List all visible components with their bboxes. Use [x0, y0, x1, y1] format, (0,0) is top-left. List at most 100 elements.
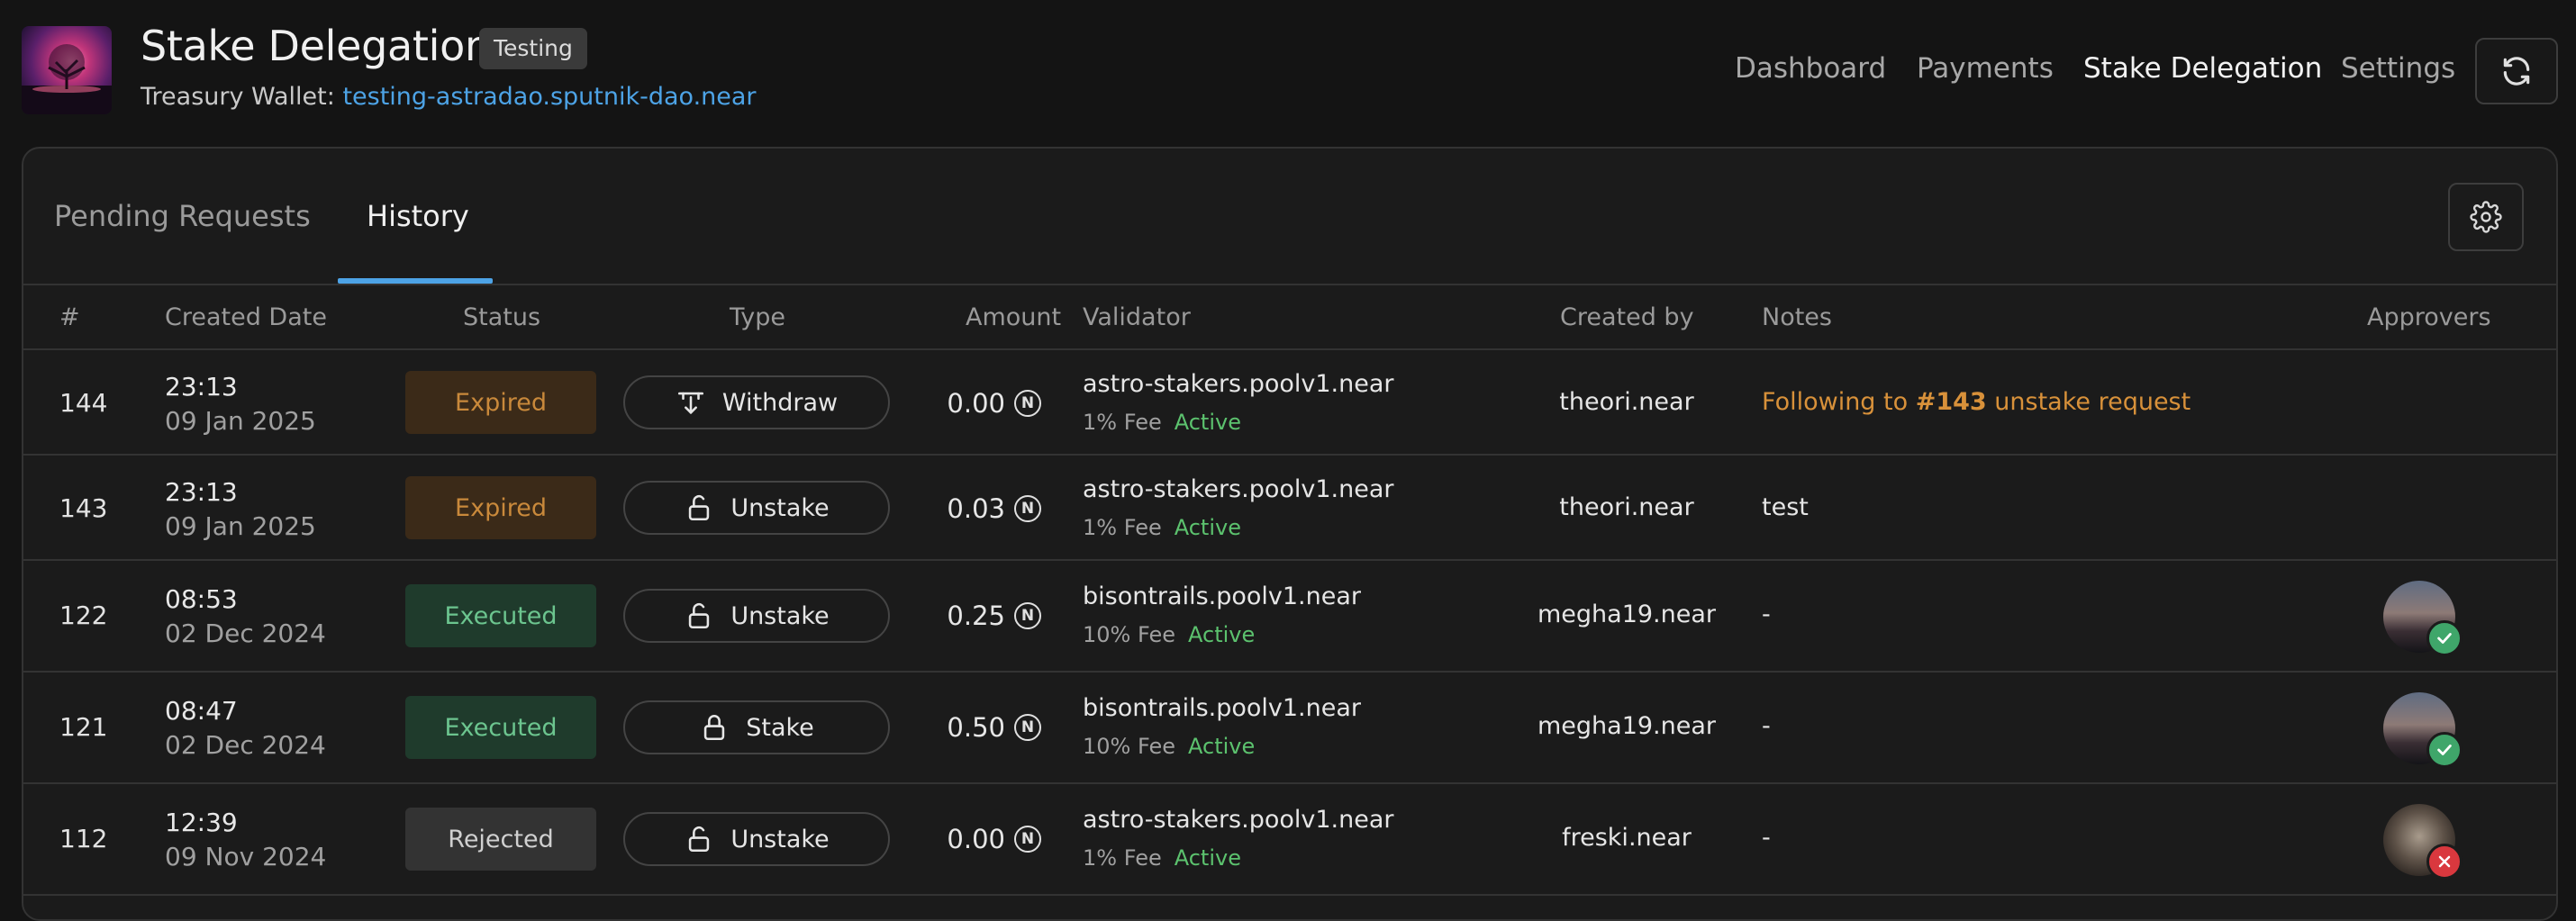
type-pill: Unstake: [623, 589, 890, 643]
near-token-icon: N: [1014, 390, 1041, 417]
column-header-approvers: Approvers: [2367, 303, 2491, 331]
row-time: 12:39: [165, 808, 238, 837]
unlock-icon: [689, 826, 710, 853]
validator-status: Active: [1174, 515, 1241, 540]
type-pill: Withdraw: [623, 375, 890, 429]
amount-value: 0.03: [947, 493, 1005, 524]
type-label: Stake: [746, 713, 814, 742]
column-header-number: #: [59, 303, 80, 331]
notes: -: [1762, 600, 1771, 628]
table-settings-button[interactable]: [2448, 183, 2524, 251]
row-time: 08:47: [165, 696, 238, 726]
amount-value: 0.25: [947, 600, 1005, 631]
column-header-created-by: Created by: [1560, 303, 1694, 331]
row-time: 23:13: [165, 477, 238, 507]
dao-logo[interactable]: [22, 26, 112, 114]
page-title: Stake Delegation: [141, 22, 491, 70]
row-date: 09 Jan 2025: [165, 511, 316, 541]
gear-icon: [2470, 201, 2502, 233]
validator-fee: 1% Fee Active: [1083, 845, 1241, 871]
type-pill: Stake: [623, 700, 890, 754]
row-id: 122: [59, 600, 108, 630]
fee-label: 1% Fee: [1083, 515, 1162, 540]
tab-pending-requests[interactable]: Pending Requests: [54, 199, 311, 233]
lock-icon: [704, 715, 725, 741]
table-row[interactable]: 144 23:13 09 Jan 2025 Expired Withdraw 0…: [23, 350, 2556, 456]
column-header-amount: Amount: [966, 303, 1062, 331]
type-pill: Unstake: [623, 812, 890, 866]
fee-label: 10% Fee: [1083, 622, 1175, 647]
validator-status: Active: [1188, 622, 1256, 647]
created-by: megha19.near: [1537, 712, 1717, 740]
rejected-x-icon: [2426, 844, 2463, 880]
validator-fee: 10% Fee Active: [1083, 622, 1255, 647]
type-label: Unstake: [730, 825, 830, 853]
amount-value: 0.00: [947, 824, 1005, 854]
fee-label: 1% Fee: [1083, 845, 1162, 871]
column-header-notes: Notes: [1762, 303, 1832, 331]
type-label: Unstake: [730, 493, 830, 522]
wallet-label: Treasury Wallet:: [141, 83, 335, 111]
refresh-icon: [2503, 57, 2530, 86]
amount: 0.50 N: [947, 712, 1041, 743]
notes: -: [1762, 712, 1771, 740]
type-label: Withdraw: [721, 388, 839, 417]
validator-name: astro-stakers.poolv1.near: [1083, 806, 1394, 834]
validator-name: astro-stakers.poolv1.near: [1083, 370, 1394, 398]
row-id: 121: [59, 712, 108, 742]
row-date: 09 Jan 2025: [165, 406, 316, 436]
fee-label: 10% Fee: [1083, 734, 1175, 759]
nav-payments[interactable]: Payments: [1917, 52, 2054, 85]
nav-dashboard[interactable]: Dashboard: [1735, 52, 1886, 85]
table-row[interactable]: 112 12:39 09 Nov 2024 Rejected Unstake 0…: [23, 784, 2556, 896]
top-bar: Stake Delegation Testing Treasury Wallet…: [0, 0, 2576, 144]
nav-settings[interactable]: Settings: [2341, 52, 2455, 85]
validator-fee: 10% Fee Active: [1083, 734, 1255, 759]
validator-fee: 1% Fee Active: [1083, 515, 1241, 540]
row-id: 144: [59, 388, 108, 418]
notes-prefix: Following to: [1762, 388, 1916, 416]
withdraw-icon: [677, 392, 703, 414]
created-by: freski.near: [1562, 824, 1692, 852]
row-id: 143: [59, 493, 108, 523]
notes-request-link[interactable]: #143: [1916, 388, 1987, 416]
nav-stake-delegation[interactable]: Stake Delegation: [2083, 52, 2322, 85]
approved-check-icon: [2426, 732, 2463, 768]
status-badge: Rejected: [405, 808, 596, 871]
row-time: 08:53: [165, 584, 238, 614]
table-row[interactable]: 122 08:53 02 Dec 2024 Executed Unstake 0…: [23, 561, 2556, 673]
type-label: Unstake: [730, 601, 830, 630]
amount-value: 0.00: [947, 388, 1005, 419]
approver-avatar[interactable]: [2383, 692, 2463, 768]
row-id: 112: [59, 824, 108, 853]
approved-check-icon: [2426, 620, 2463, 656]
notes: test: [1762, 493, 1809, 521]
notes: Following to #143 unstake request: [1762, 388, 2191, 416]
approver-avatar[interactable]: [2383, 581, 2463, 656]
created-by: megha19.near: [1537, 600, 1717, 628]
tab-bar: Pending Requests History: [23, 149, 2556, 285]
amount: 0.00 N: [947, 824, 1041, 854]
table-row[interactable]: 143 23:13 09 Jan 2025 Expired Unstake 0.…: [23, 456, 2556, 561]
table-header: # Created Date Status Type Amount Valida…: [23, 285, 2556, 350]
fee-label: 1% Fee: [1083, 410, 1162, 435]
tab-history[interactable]: History: [367, 199, 469, 233]
active-tab-indicator: [338, 278, 493, 284]
amount: 0.00 N: [947, 388, 1041, 419]
approver-avatar[interactable]: [2383, 804, 2463, 880]
environment-badge: Testing: [479, 28, 587, 69]
unlock-icon: [689, 602, 710, 629]
column-header-created-date: Created Date: [165, 303, 327, 331]
wallet-address-link[interactable]: testing-astradao.sputnik-dao.near: [342, 83, 756, 111]
validator-name: bisontrails.poolv1.near: [1083, 582, 1362, 610]
validator-status: Active: [1188, 734, 1256, 759]
row-date: 02 Dec 2024: [165, 619, 326, 648]
validator-fee: 1% Fee Active: [1083, 410, 1241, 435]
table-row[interactable]: 121 08:47 02 Dec 2024 Executed Stake 0.5…: [23, 673, 2556, 784]
column-header-status: Status: [463, 303, 541, 331]
notes: -: [1762, 824, 1771, 852]
notes-suffix: unstake request: [1986, 388, 2191, 416]
row-date: 02 Dec 2024: [165, 730, 326, 760]
row-time: 23:13: [165, 372, 238, 402]
refresh-button[interactable]: [2475, 38, 2558, 104]
